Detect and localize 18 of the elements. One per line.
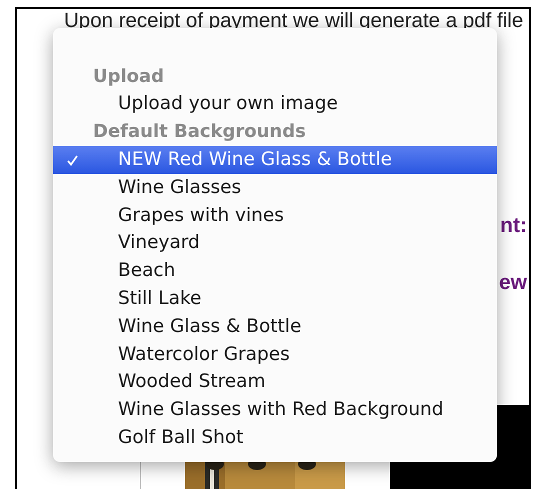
menu-item[interactable]: Vineyard — [53, 230, 497, 258]
menu-item[interactable]: Wine Glasses with Red Background — [53, 396, 497, 424]
menu-item[interactable]: Beach — [53, 258, 497, 286]
checkmark-icon — [67, 155, 78, 166]
preview-label: ew — [498, 272, 527, 293]
menu-item[interactable]: NEW Red Wine Glass & Bottle — [53, 146, 497, 174]
font-label: nt: — [500, 215, 527, 236]
menu-item[interactable]: Wine Glasses — [53, 174, 497, 202]
menu-item[interactable]: Wooded Stream — [53, 368, 497, 397]
menu-item[interactable]: Still Lake — [53, 285, 497, 314]
menu-section-header: Default Backgrounds — [93, 123, 306, 142]
menu-item[interactable]: Grapes with vines — [53, 202, 497, 230]
menu-item[interactable]: Upload your own image — [53, 90, 497, 119]
menu-item[interactable]: Golf Ball Shot — [53, 424, 497, 452]
intro-text: Upon receipt of payment we will generate a pdf file — [64, 9, 524, 32]
menu-item[interactable]: Wine Glass & Bottle — [53, 313, 497, 341]
menu-item[interactable]: Watercolor Grapes — [53, 340, 497, 369]
menu-section-header: Upload — [93, 68, 164, 86]
